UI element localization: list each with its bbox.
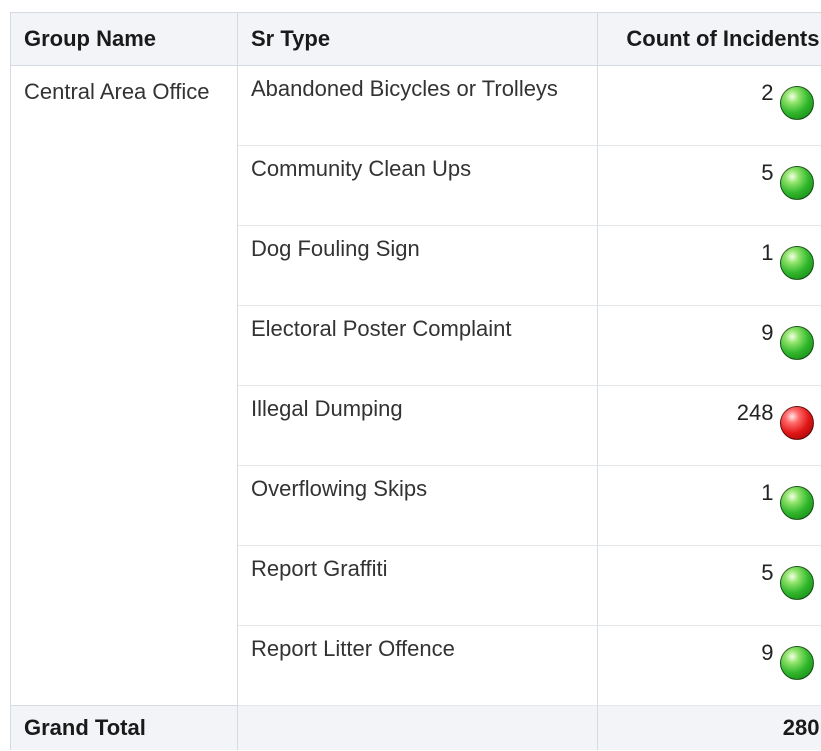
sr-type-cell: Report Graffiti: [237, 545, 598, 626]
green-status-ball-icon: [779, 646, 814, 680]
green-status-ball-icon: [779, 166, 814, 200]
count-cell: 248: [597, 385, 821, 466]
count-cell: 1: [597, 465, 821, 546]
green-status-ball-icon: [779, 566, 814, 600]
header-count-of-incidents[interactable]: Count of Incidents: [597, 12, 821, 66]
count-cell: 9: [597, 625, 821, 706]
table-row: Central Area Office Abandoned Bicycles o…: [10, 65, 821, 706]
incidents-pivot-table: Group Name Sr Type Count of Incidents Ce…: [10, 12, 821, 750]
green-status-ball-icon: [779, 246, 814, 280]
grand-total-row: Grand Total 280: [10, 705, 821, 750]
header-sr-type[interactable]: Sr Type: [237, 12, 598, 66]
header-group-name[interactable]: Group Name: [10, 12, 238, 66]
count-value: 1: [761, 480, 774, 505]
sr-type-cell: Report Litter Offence: [237, 625, 598, 706]
grand-total-value: 280: [597, 705, 821, 750]
sr-type-cell: Electoral Poster Complaint: [237, 305, 598, 386]
count-cell: 1: [597, 225, 821, 306]
count-cell: 9: [597, 305, 821, 386]
grand-total-label: Grand Total: [10, 705, 238, 750]
count-value: 5: [761, 160, 774, 185]
red-status-ball-icon: [779, 406, 814, 440]
sr-type-cell: Community Clean Ups: [237, 145, 598, 226]
header-row: Group Name Sr Type Count of Incidents: [10, 12, 821, 66]
count-value: 9: [761, 640, 774, 665]
count-value: 9: [761, 320, 774, 345]
count-value: 2: [761, 80, 774, 105]
sr-type-cell: Abandoned Bicycles or Trolleys: [237, 65, 598, 146]
green-status-ball-icon: [779, 486, 814, 520]
green-status-ball-icon: [779, 326, 814, 360]
count-value: 1: [761, 240, 774, 265]
sr-type-cell: Overflowing Skips: [237, 465, 598, 546]
count-value: 248: [736, 400, 774, 425]
count-cell: 5: [597, 545, 821, 626]
incident-report-page: Group Name Sr Type Count of Incidents Ce…: [0, 0, 821, 751]
green-status-ball-icon: [779, 86, 814, 120]
count-cell: 2: [597, 65, 821, 146]
count-cell: 5: [597, 145, 821, 226]
sr-type-cell: Dog Fouling Sign: [237, 225, 598, 306]
sr-type-cell: Illegal Dumping: [237, 385, 598, 466]
group-name-cell: Central Area Office: [10, 65, 238, 706]
grand-total-empty-cell: [237, 705, 598, 750]
count-value: 5: [761, 560, 774, 585]
